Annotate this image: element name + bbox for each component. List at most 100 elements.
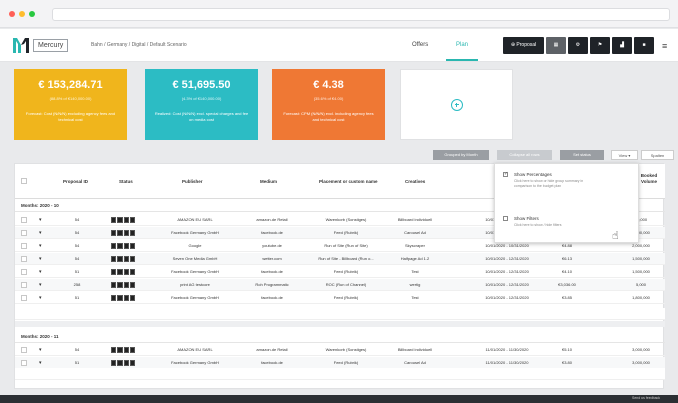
cell-proposal-id: 54 (74, 256, 80, 261)
cell-publisher: Seven One Media GmbH (172, 256, 218, 261)
row-checkbox[interactable] (21, 217, 27, 223)
row-checkbox[interactable] (21, 347, 27, 353)
cell-medium: wetter.com (262, 256, 282, 261)
col-status[interactable]: Status (119, 179, 133, 184)
row-checkbox[interactable] (21, 256, 27, 262)
kpi-desc: Realized: Cost (N/N/N) excl. special cha… (154, 111, 249, 122)
address-bar[interactable] (52, 8, 670, 21)
row-checkbox[interactable] (21, 243, 27, 249)
group-by-month-button[interactable]: Grouped by Month (433, 150, 489, 160)
status-indicator[interactable] (111, 256, 135, 262)
settings-button[interactable]: ⚙ (568, 37, 588, 54)
cell-creative: Skyscraper (404, 243, 425, 248)
row-checkbox[interactable] (21, 282, 27, 288)
expand-arrow-icon[interactable]: ▾ (39, 253, 42, 265)
flag-button[interactable]: ⚑ (590, 37, 610, 54)
expand-arrow-icon[interactable]: ▾ (39, 266, 42, 278)
status-indicator[interactable] (111, 243, 135, 249)
col-booked-volume[interactable]: Booked Volume (637, 173, 661, 185)
kpi-desc: Forecast: Cost (N/N/N) excluding agency … (25, 111, 116, 122)
cell-medium: amazon.de Retail (256, 217, 288, 222)
cell-placement: Warenkorb (Sonstiges) (325, 217, 367, 222)
brand-name[interactable]: Mercury (33, 39, 69, 52)
row-checkbox[interactable] (21, 295, 27, 301)
col-publisher[interactable]: Publisher (182, 179, 203, 184)
breadcrumb[interactable]: Bahn / Germany / Digital / Default Scena… (91, 42, 187, 48)
cell-price: €4.10 (561, 269, 572, 274)
cell-publisher: print AG testcore (180, 282, 210, 287)
option-title: Show Percentages (514, 172, 552, 177)
cell-placement: Run of Site (Run of Site) (324, 243, 368, 248)
kpi-sub: (35.6% of €4.00) (313, 96, 344, 101)
view-dropdown[interactable]: View ▾ (611, 150, 638, 160)
checkbox-icon[interactable] (503, 216, 508, 221)
status-indicator[interactable] (111, 360, 135, 366)
proposal-button[interactable]: ⊕ Proposal (503, 37, 544, 54)
close-window-dot[interactable] (9, 11, 15, 17)
cell-medium: facebook.de (261, 269, 283, 274)
cell-booked-volume: 1,800,000 (632, 295, 650, 300)
status-indicator[interactable] (111, 269, 135, 275)
maximize-window-dot[interactable] (29, 11, 35, 17)
kpi-forecast-cost[interactable]: € 153,284.71 (88.8% of €140,000.00) Fore… (14, 69, 127, 140)
expand-arrow-icon[interactable]: ▾ (39, 279, 42, 291)
table-row[interactable]: ▾ 54 AMAZON EU SARL amazon.de Retail Warenko… (15, 344, 665, 356)
table-row[interactable]: ▾ 54 Seven One Media GmbH wetter.com Run of … (15, 253, 665, 265)
kpi-value: € 153,284.71 (38, 79, 103, 91)
chart-button[interactable]: ▟ (612, 37, 632, 54)
option-title: Show Filters (514, 216, 539, 221)
collapse-rows-button[interactable]: Collapse all rows (497, 150, 552, 160)
kpi-realized-cost[interactable]: € 51,695.50 (4.3% of €140,000.00) Realiz… (145, 69, 258, 140)
cell-proposal-id: 54 (74, 347, 80, 352)
columns-button[interactable]: Spalten (641, 150, 674, 160)
checkmark-icon[interactable] (503, 171, 508, 177)
fullscreen-button[interactable]: ■ (634, 37, 654, 54)
cell-publisher: Facebook Germany GmbH (171, 269, 219, 274)
browser-chrome (0, 0, 678, 28)
cell-creative: Test (411, 269, 419, 274)
status-indicator[interactable] (111, 230, 135, 236)
table-row[interactable]: ▾ 51 Facebook Germany GmbH facebook.de Feed … (15, 266, 665, 278)
kpi-forecast-cpm[interactable]: € 4.38 (35.6% of €4.00) Forecast: CPM (N… (272, 69, 385, 140)
hand-cursor-icon: ☝ (612, 230, 619, 242)
table-row[interactable]: ▾ 258 print AG testcore Roh Programmatic ROC… (15, 279, 665, 291)
status-indicator[interactable] (111, 295, 135, 301)
col-creatives[interactable]: Creatives (405, 179, 425, 184)
add-kpi-card[interactable] (400, 69, 513, 140)
add-circle-icon[interactable] (451, 99, 463, 111)
select-all-checkbox[interactable] (21, 178, 27, 184)
expand-arrow-icon[interactable]: ▾ (39, 227, 42, 239)
grid-view-button[interactable]: ▦ (546, 37, 566, 54)
cell-flight-dates: 11/01/2020 - 11/30/2020 (485, 347, 529, 352)
minimize-window-dot[interactable] (19, 11, 25, 17)
expand-arrow-icon[interactable]: ▾ (39, 240, 42, 252)
cell-booked-volume: 5,000 (635, 282, 646, 287)
cell-booked-volume: 1,500,000 (632, 256, 650, 261)
table-row[interactable]: ▾ 51 Facebook Germany GmbH facebook.de Feed … (15, 292, 665, 304)
col-placement[interactable]: Placement or custom name (319, 179, 378, 184)
status-indicator[interactable] (111, 282, 135, 288)
row-checkbox[interactable] (21, 360, 27, 366)
expand-arrow-icon[interactable]: ▾ (39, 214, 42, 226)
expand-arrow-icon[interactable]: ▾ (39, 292, 42, 304)
col-medium[interactable]: Medium (260, 179, 277, 184)
cell-creative: Test (411, 295, 419, 300)
status-indicator[interactable] (111, 347, 135, 353)
row-checkbox[interactable] (21, 230, 27, 236)
cell-creative: wertig (409, 282, 421, 287)
set-status-button[interactable]: Set status (560, 150, 604, 160)
row-checkbox[interactable] (21, 269, 27, 275)
nav-plan[interactable]: Plan (456, 42, 468, 48)
feedback-link[interactable]: Send us feedback (632, 396, 660, 400)
status-indicator[interactable] (111, 217, 135, 223)
expand-arrow-icon[interactable]: ▾ (39, 344, 42, 356)
group-header-2020-11[interactable]: Months: 2020 - 11 (15, 331, 665, 343)
cell-creative: Billboard individuell (397, 347, 433, 352)
hamburger-menu-icon[interactable]: ≡ (662, 41, 667, 51)
cell-proposal-id: 51 (74, 295, 80, 300)
nav-offers[interactable]: Offers (412, 42, 428, 48)
col-proposal-id[interactable]: Proposal ID (63, 179, 88, 184)
option-desc: Click here to show or hide group summary… (514, 179, 584, 188)
cell-medium: facebook.de (261, 230, 283, 235)
group-gap (15, 321, 665, 327)
